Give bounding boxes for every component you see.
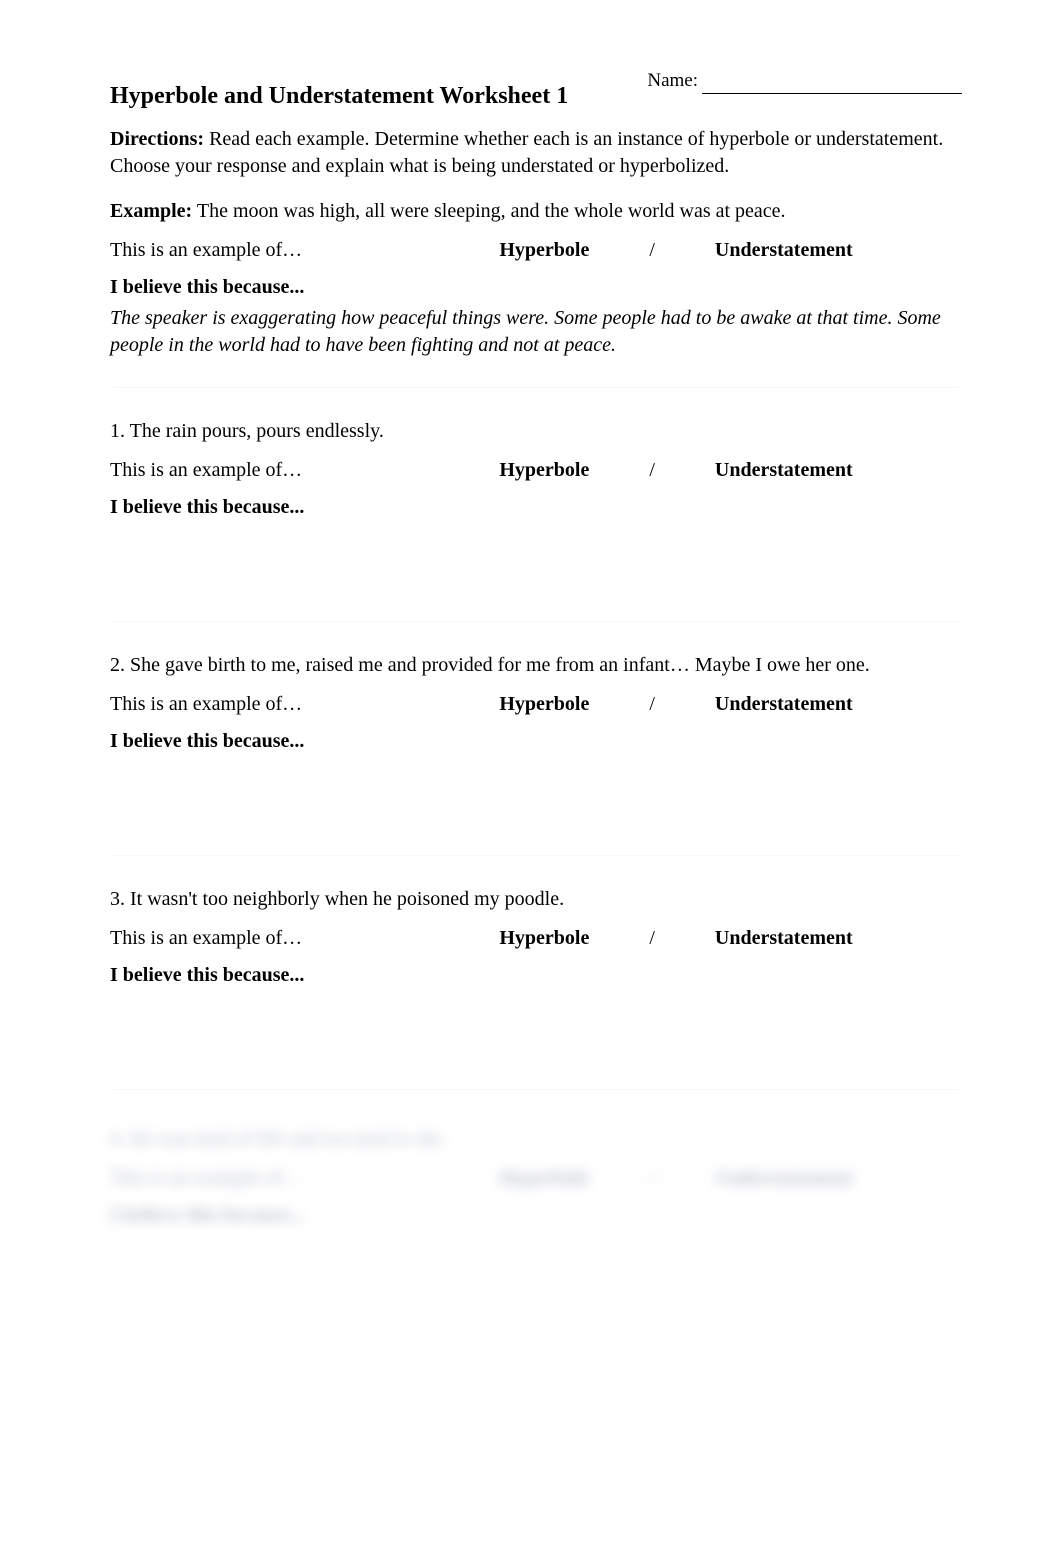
question-4-text: 4. He was tired of life and too tired to… — [110, 1126, 962, 1153]
question-2-lead: This is an example of… — [110, 691, 350, 718]
question-2-believe-label: I believe this because... — [110, 728, 962, 755]
question-2: 2. She gave birth to me, raised me and p… — [110, 652, 962, 856]
question-2-option-hyperbole[interactable]: Hyperbole — [499, 691, 589, 718]
question-1-statement: The rain pours, pours endlessly. — [125, 420, 384, 442]
slash-separator: / — [649, 925, 655, 952]
name-blank-line[interactable] — [702, 75, 962, 94]
question-1-believe-box[interactable] — [110, 523, 962, 615]
question-3-number: 3. — [110, 888, 125, 910]
question-1-believe-label: I believe this because... — [110, 494, 962, 521]
question-3-option-hyperbole[interactable]: Hyperbole — [499, 925, 589, 952]
question-1: 1. The rain pours, pours endlessly. This… — [110, 418, 962, 622]
example-believe-box: The speaker is exaggerating how peaceful… — [110, 303, 962, 381]
question-2-statement: She gave birth to me, raised me and prov… — [125, 654, 870, 676]
example-option-understatement[interactable]: Understatement — [715, 237, 853, 264]
question-3-option-understatement[interactable]: Understatement — [715, 925, 853, 952]
slash-separator: / — [649, 691, 655, 718]
question-4-believe-label: I believe this because... — [110, 1202, 962, 1229]
blurred-question-4: 4. He was tired of life and too tired to… — [110, 1126, 962, 1309]
slash-separator: / — [649, 237, 655, 264]
name-label: Name: — [647, 68, 698, 94]
question-4-lead: This is an example of… — [110, 1165, 350, 1192]
question-4-option-understatement: Understatement — [715, 1165, 853, 1192]
question-3-believe-label: I believe this because... — [110, 962, 962, 989]
question-3-choice-row: This is an example of… Hyperbole / Under… — [110, 925, 962, 952]
question-1-lead: This is an example of… — [110, 457, 350, 484]
question-1-text: 1. The rain pours, pours endlessly. — [110, 418, 962, 445]
separator — [110, 855, 962, 856]
question-1-number: 1. — [110, 420, 125, 442]
example-statement: Example: The moon was high, all were sle… — [110, 198, 962, 225]
question-3-statement: It wasn't too neighborly when he poisone… — [125, 888, 564, 910]
question-1-choice-row: This is an example of… Hyperbole / Under… — [110, 457, 962, 484]
question-3-believe-box[interactable] — [110, 991, 962, 1083]
question-3-lead: This is an example of… — [110, 925, 350, 952]
example-label: Example: — [110, 200, 192, 222]
separator — [110, 387, 962, 388]
example-lead: This is an example of… — [110, 237, 350, 264]
question-3: 3. It wasn't too neighborly when he pois… — [110, 886, 962, 1090]
example-text: The moon was high, all were sleeping, an… — [192, 200, 785, 222]
question-4-believe-box — [110, 1231, 962, 1309]
question-2-text: 2. She gave birth to me, raised me and p… — [110, 652, 962, 679]
question-1-option-understatement[interactable]: Understatement — [715, 457, 853, 484]
question-1-option-hyperbole[interactable]: Hyperbole — [499, 457, 589, 484]
question-2-choice-row: This is an example of… Hyperbole / Under… — [110, 691, 962, 718]
separator — [110, 621, 962, 622]
question-2-number: 2. — [110, 654, 125, 676]
name-field: Name: — [647, 68, 962, 94]
question-3-text: 3. It wasn't too neighborly when he pois… — [110, 886, 962, 913]
directions: Directions: Read each example. Determine… — [110, 126, 962, 180]
question-4-choice-row: This is an example of… Hyperbole / Under… — [110, 1165, 962, 1192]
question-4-option-hyperbole: Hyperbole — [499, 1165, 589, 1192]
example-believe-text: The speaker is exaggerating how peaceful… — [110, 305, 962, 359]
question-2-believe-box[interactable] — [110, 757, 962, 849]
question-2-option-understatement[interactable]: Understatement — [715, 691, 853, 718]
separator — [110, 1089, 962, 1090]
example-believe-label: I believe this because... — [110, 274, 962, 301]
example-choice-row: This is an example of… Hyperbole / Under… — [110, 237, 962, 264]
question-4-statement: He was tired of life and too tired to di… — [125, 1128, 445, 1150]
slash-separator: / — [649, 1165, 655, 1192]
example-option-hyperbole[interactable]: Hyperbole — [499, 237, 589, 264]
directions-label: Directions: — [110, 128, 204, 150]
slash-separator: / — [649, 457, 655, 484]
directions-text: Read each example. Determine whether eac… — [110, 128, 943, 177]
question-4-number: 4. — [110, 1128, 125, 1150]
